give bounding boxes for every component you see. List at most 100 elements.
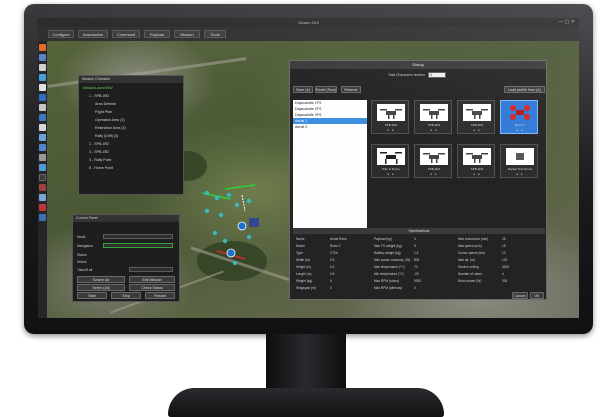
card-actions[interactable]: ● ● — [501, 172, 539, 176]
spec-label: Max RPM (rotors) — [374, 279, 400, 283]
tree-item[interactable]: 5 - Home Point — [89, 166, 113, 170]
app-icon[interactable] — [39, 64, 46, 71]
waypoint[interactable] — [246, 198, 252, 204]
waypoint[interactable] — [204, 208, 210, 214]
waypoint[interactable] — [222, 238, 228, 244]
app-icon[interactable] — [39, 164, 46, 171]
tree-item[interactable]: 3 - SPB-4R2 — [89, 150, 109, 154]
app-icon[interactable] — [39, 44, 46, 51]
spec-value: 25 — [502, 237, 506, 241]
drone-card[interactable]: SPB-4R2 ● ● — [414, 144, 452, 178]
check-status-button[interactable]: Check Status — [129, 284, 175, 291]
app-icon[interactable] — [39, 134, 46, 141]
swarm-up-button[interactable]: Swarm Up — [77, 276, 125, 283]
app-icon[interactable] — [39, 174, 46, 181]
menu-configure[interactable]: Configure — [48, 30, 74, 38]
spec-value: 5 — [330, 279, 332, 283]
tree-item[interactable]: 4 - Rally Point — [89, 158, 111, 162]
app-icon[interactable] — [39, 144, 46, 151]
spec-value: 3 — [414, 237, 416, 241]
app-icon[interactable] — [39, 194, 46, 201]
waypoint[interactable] — [246, 234, 252, 240]
drone-marker[interactable] — [237, 221, 247, 231]
card-actions[interactable]: ● ● — [372, 128, 410, 132]
reset-button[interactable]: Reset (Row) — [315, 86, 337, 93]
drone-card[interactable]: Rocket Test Drone ● ● — [500, 144, 538, 178]
app-icon[interactable] — [39, 84, 46, 91]
dialog-title: Dialog — [290, 61, 546, 69]
load-profile-button[interactable]: Load profile from (A) — [504, 86, 545, 93]
waypoint[interactable] — [212, 230, 218, 236]
start-button[interactable]: Start — [77, 292, 107, 299]
card-actions[interactable]: ● ● — [458, 172, 496, 176]
count-spinbox[interactable]: 3 — [428, 72, 446, 78]
drone-card-selected[interactable]: Rotor 3 ● ● — [500, 100, 538, 134]
app-icon[interactable] — [39, 124, 46, 131]
waypoint[interactable] — [226, 192, 232, 198]
panel-title: Control Panel — [73, 215, 179, 222]
takeoff-field[interactable] — [129, 267, 173, 272]
drone-card[interactable]: SPB-4R2 ● ● — [414, 100, 452, 134]
app-icon[interactable] — [39, 214, 46, 221]
waypoint[interactable] — [232, 260, 238, 266]
app-icon[interactable] — [39, 104, 46, 111]
menu-command[interactable]: Command — [112, 30, 140, 38]
spec-label: Min temperature (°C) — [374, 272, 404, 276]
tree-item[interactable]: 2 - SPB-4R2 — [89, 142, 109, 146]
drone-dialog: Dialog Total Characters number 3 Save (A… — [289, 60, 547, 300]
tree-item[interactable]: Rally (Drift) (3) — [95, 134, 118, 138]
card-actions[interactable]: ● ● — [501, 128, 539, 132]
count-label: Total Characters number — [388, 73, 426, 77]
tree-item[interactable]: Area Defined — [95, 102, 116, 106]
window-controls[interactable]: — ▢ ✕ — [558, 18, 575, 27]
menu-association[interactable]: Association — [78, 30, 108, 38]
app-icon[interactable] — [39, 94, 46, 101]
reserve-button[interactable]: Reserve — [341, 86, 361, 93]
quadcopter-icon — [463, 148, 491, 165]
ok-button[interactable]: OK — [530, 292, 544, 299]
waypoint[interactable] — [218, 212, 224, 218]
stop-button[interactable]: Stop — [111, 292, 141, 299]
card-actions[interactable]: ● ● — [415, 172, 453, 176]
tree-root[interactable]: MissionLaunchSW — [83, 86, 113, 90]
drone-marker[interactable] — [226, 248, 236, 258]
waypoint[interactable] — [214, 195, 220, 201]
tree-item[interactable]: Flight Plan — [95, 110, 112, 114]
drone-card[interactable]: SPB-4R2 ● ● — [371, 100, 409, 134]
list-item[interactable]: Aerial 2 — [293, 124, 367, 130]
navigation-field[interactable] — [103, 243, 173, 248]
tree-item[interactable]: 1 - SPB-4R2 — [89, 94, 109, 98]
tree-item[interactable]: Restriction Area (3) — [95, 126, 126, 130]
card-actions[interactable]: ● ● — [372, 172, 410, 176]
edit-mission-button[interactable]: Edit Mission — [129, 276, 175, 283]
drone-list[interactable]: Dayscandle 1FS Dayscandle 2FS Dayscandle… — [293, 100, 367, 228]
card-caption: SPB-4R2 — [427, 123, 441, 127]
drone-card[interactable]: SPB-4R2 ● ● — [457, 100, 495, 134]
spec-label: Max alt. (m) — [458, 258, 475, 262]
drone-tile-icon — [506, 148, 534, 165]
card-actions[interactable]: ● ● — [415, 128, 453, 132]
quadcopter-icon — [420, 104, 448, 121]
drone-card[interactable]: SPB-4R2 ● ● — [457, 144, 495, 178]
app-icon[interactable] — [39, 74, 46, 81]
app-icon[interactable] — [39, 184, 46, 191]
waypoint[interactable] — [234, 202, 240, 208]
app-icon[interactable] — [39, 204, 46, 211]
save-button[interactable]: Save (A) — [293, 86, 313, 93]
app-icon[interactable] — [39, 114, 46, 121]
menu-mission[interactable]: Mission — [174, 30, 200, 38]
app-icon[interactable] — [39, 154, 46, 161]
select-all-button[interactable]: Select (All) — [77, 284, 125, 291]
restart-button[interactable]: Restart — [145, 292, 175, 299]
mode-field[interactable] — [103, 234, 173, 239]
panel-title: Mission Checklist — [79, 76, 183, 83]
cancel-button[interactable]: Cancel — [512, 292, 528, 299]
card-actions[interactable]: ● ● — [458, 128, 496, 132]
app-icon[interactable] — [39, 54, 46, 61]
menu-tools[interactable]: Tools — [204, 30, 226, 38]
tree-item[interactable]: Operation Area (3) — [95, 118, 125, 122]
drone-card[interactable]: Plan & Drone ● ● — [371, 144, 409, 178]
waypoint[interactable] — [204, 190, 210, 196]
spec-label: Wingspan (m) — [296, 286, 316, 290]
menu-payload[interactable]: Payload — [144, 30, 170, 38]
